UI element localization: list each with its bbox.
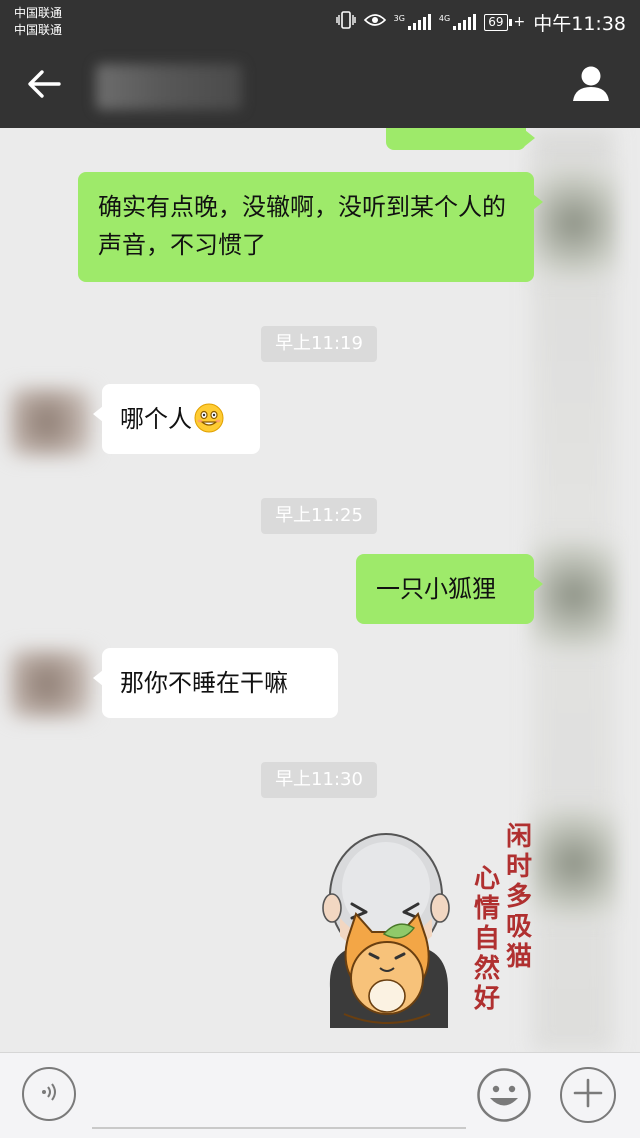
- avatar-self[interactable]: [532, 540, 616, 650]
- input-bar: [0, 1052, 640, 1138]
- message-bubble-outgoing[interactable]: 一只小狐狸: [356, 554, 543, 624]
- back-button[interactable]: [22, 66, 66, 106]
- sticker-caption-1: 闲时多吸猫: [506, 822, 533, 972]
- avatar-contact[interactable]: [10, 388, 92, 456]
- carrier-2: 中国联通: [14, 23, 63, 37]
- avatar-self[interactable]: [532, 168, 616, 278]
- timestamp: 早上11:19: [261, 326, 377, 362]
- smiley-icon: [476, 1068, 532, 1127]
- status-time: 中午11:38: [533, 12, 626, 35]
- avatar-self[interactable]: [532, 808, 616, 918]
- message-bubble-incoming[interactable]: 那你不睡在干嘛: [93, 648, 338, 718]
- avatar-contact[interactable]: [10, 650, 92, 718]
- chat-header: [0, 44, 640, 128]
- message-input[interactable]: [92, 1069, 466, 1129]
- message-bubble-incoming[interactable]: 哪个人: [93, 384, 260, 454]
- signal-icon-1: 3G: [394, 14, 431, 30]
- timestamp: 早上11:25: [261, 498, 377, 534]
- arrow-left-icon: [27, 69, 61, 103]
- message-bubble-partial[interactable]: [386, 128, 535, 150]
- eye-icon: [363, 12, 386, 32]
- message-text: 那你不睡在干嘛: [120, 669, 288, 697]
- message-text: 确实有点晚，没辙啊，没听到某个人的声音，不习惯了: [98, 193, 506, 259]
- signal-icon-2: 4G: [439, 14, 477, 30]
- more-button[interactable]: [560, 1067, 616, 1123]
- contact-name-blurred: [96, 64, 242, 110]
- voice-button[interactable]: [22, 1067, 76, 1121]
- message-text: 哪个人: [120, 405, 192, 433]
- vibrate-icon: [335, 11, 356, 33]
- voice-icon: [37, 1080, 61, 1108]
- sticker-message[interactable]: 闲时多吸猫 心情自然好: [322, 818, 542, 1038]
- status-bar: 中国联通 中国联通 3G 4G 69 + 中午11:38: [0, 0, 640, 44]
- battery-icon: 69 +: [484, 13, 525, 31]
- message-bubble-outgoing[interactable]: 确实有点晚，没辙啊，没听到某个人的声音，不习惯了: [78, 172, 543, 282]
- emoji-button[interactable]: [476, 1067, 532, 1123]
- status-icons: 3G 4G 69 + 中午11:38: [335, 9, 626, 35]
- person-icon: [571, 65, 611, 107]
- message-text: 一只小狐狸: [376, 575, 496, 603]
- grinning-sweat-face-icon: [194, 403, 224, 433]
- timestamp: 早上11:30: [261, 762, 377, 798]
- sticker-caption-2: 心情自然好: [474, 864, 501, 1014]
- plus-icon: [573, 1078, 603, 1112]
- carrier-1: 中国联通: [14, 6, 63, 20]
- message-list[interactable]: 确实有点晚，没辙啊，没听到某个人的声音，不习惯了 早上11:19 哪个人 早上1…: [0, 128, 640, 1052]
- carrier-labels: 中国联通 中国联通: [14, 5, 62, 39]
- chat-info-button[interactable]: [568, 66, 614, 106]
